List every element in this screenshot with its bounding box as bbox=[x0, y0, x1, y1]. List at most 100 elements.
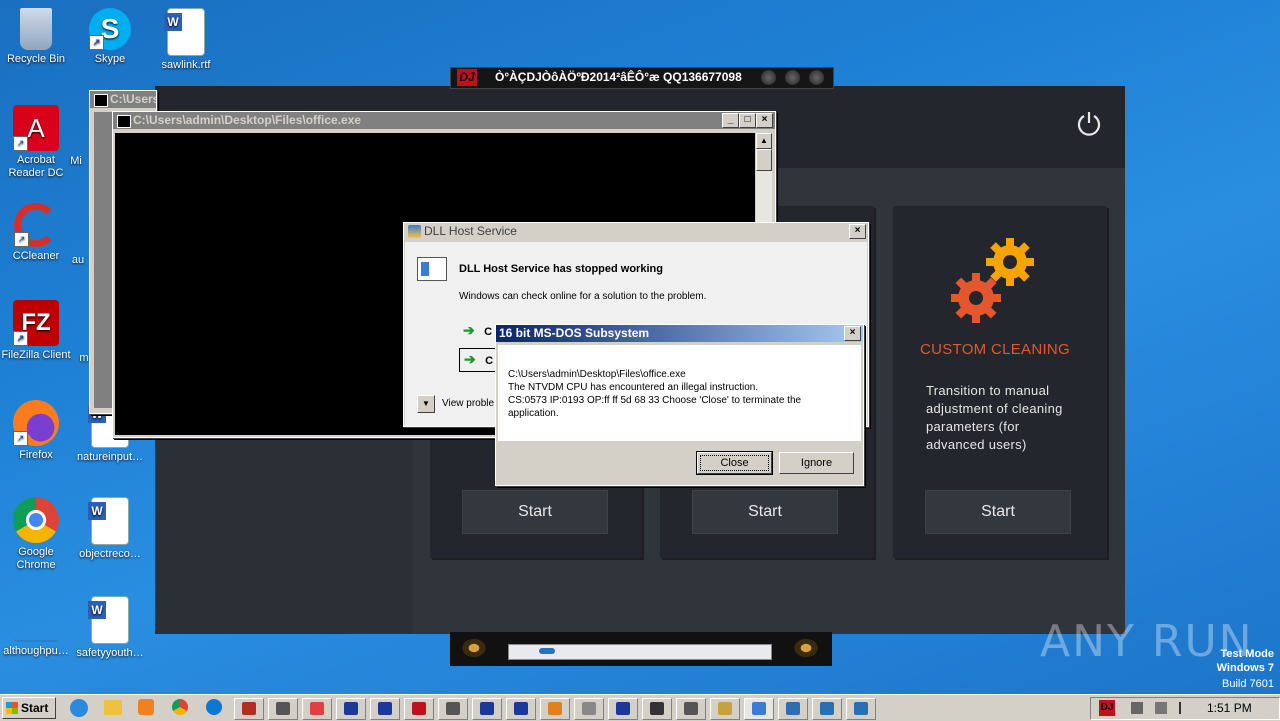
icon-label: CCleaner bbox=[12, 250, 60, 262]
cleaning-card-custom: CUSTOM CLEANING Transition to manual adj… bbox=[893, 206, 1107, 558]
icon-label: Skype bbox=[94, 53, 126, 65]
taskbar-item-8[interactable] bbox=[506, 698, 536, 720]
flag-tray-icon[interactable] bbox=[1179, 702, 1191, 714]
msdos-line-4: application. bbox=[508, 408, 559, 419]
dll-dialog-message: Windows can check online for a solution … bbox=[459, 291, 707, 302]
dj-player-title: Ò°ÀÇDJÒôÀÖºÐ2014²âÊÔ°æ QQ136677098 bbox=[495, 70, 742, 84]
start-button-1[interactable]: Start bbox=[462, 490, 608, 534]
player-close-icon[interactable] bbox=[809, 70, 824, 85]
close-dialog-button[interactable]: Close bbox=[697, 452, 772, 474]
taskbar-item-9[interactable] bbox=[540, 698, 570, 720]
start-button[interactable]: Start bbox=[2, 697, 56, 719]
icon-label: sawlink.rtf bbox=[161, 59, 211, 71]
start-button-2[interactable]: Start bbox=[692, 490, 838, 534]
window-title: C:\Users bbox=[110, 92, 156, 106]
scroll-up-icon[interactable]: ▲ bbox=[756, 133, 772, 149]
icon-label: Recycle Bin bbox=[6, 53, 66, 65]
close-button[interactable]: × bbox=[844, 326, 861, 341]
dll-dialog-titlebar[interactable]: DLL Host Service × bbox=[404, 223, 868, 240]
msdos-dialog[interactable]: 16 bit MS-DOS Subsystem × C:\Users\admin… bbox=[495, 324, 864, 486]
start-button-3[interactable]: Start bbox=[925, 490, 1071, 534]
taskbar-item-1[interactable] bbox=[234, 698, 264, 720]
taskbar-item-10[interactable] bbox=[574, 698, 604, 720]
chrome-icon bbox=[13, 497, 59, 543]
desktop-icon-objectreco[interactable]: W objectreco… bbox=[74, 497, 146, 561]
player-options-icon[interactable] bbox=[785, 70, 800, 85]
progress-track[interactable] bbox=[508, 644, 772, 660]
power-icon[interactable] bbox=[1075, 110, 1103, 138]
desktop-icon-recycle-bin[interactable]: Recycle Bin bbox=[0, 8, 72, 66]
maximize-button[interactable]: □ bbox=[739, 113, 756, 128]
taskbar-item-13[interactable] bbox=[676, 698, 706, 720]
taskbar-item-12[interactable] bbox=[642, 698, 672, 720]
desktop-icon-chrome[interactable]: Google Chrome bbox=[0, 497, 72, 572]
speaker-right-icon bbox=[788, 634, 824, 662]
taskbar-item-6[interactable] bbox=[438, 698, 468, 720]
clock[interactable]: 1:51 PM bbox=[1207, 701, 1252, 715]
windows-version-label: Windows 7 bbox=[1216, 662, 1274, 674]
desktop-icon-filezilla[interactable]: FZ ↗ FileZilla Client bbox=[0, 300, 72, 362]
msdos-dialog-titlebar[interactable]: 16 bit MS-DOS Subsystem × bbox=[496, 325, 863, 342]
acrobat-icon: A ↗ bbox=[13, 105, 59, 151]
taskbar-item-4[interactable] bbox=[336, 698, 366, 720]
msdos-line-3: CS:0573 IP:0193 OP:ff ff 5d 68 33 Choose… bbox=[508, 395, 802, 406]
green-arrow-icon: ➔ bbox=[463, 322, 475, 338]
build-label: Build 7601 bbox=[1222, 678, 1274, 690]
player-minimize-icon[interactable] bbox=[761, 70, 776, 85]
network-tray-icon[interactable] bbox=[1131, 702, 1143, 714]
desktop-icon-althoughpu[interactable]: althoughpu… bbox=[0, 596, 72, 658]
minimize-button[interactable]: _ bbox=[722, 113, 739, 128]
console-titlebar[interactable]: C:\Users\admin\Desktop\Files\office.exe … bbox=[113, 112, 775, 129]
scroll-thumb[interactable] bbox=[756, 149, 772, 171]
taskbar-item-dj[interactable] bbox=[404, 698, 434, 720]
window-title: C:\Users\admin\Desktop\Files\office.exe bbox=[133, 113, 362, 127]
taskbar-item-18[interactable] bbox=[846, 698, 876, 720]
taskbar-item-11[interactable] bbox=[608, 698, 638, 720]
desktop-icon-firefox[interactable]: ↗ Firefox bbox=[0, 400, 72, 462]
taskbar-item-15[interactable] bbox=[744, 698, 774, 720]
desktop-icon-safetyyouth[interactable]: W safetyyouth… bbox=[74, 596, 146, 660]
app-icon bbox=[408, 225, 421, 238]
desktop-icon-acrobat[interactable]: A ↗ Acrobat Reader DC bbox=[0, 105, 72, 180]
taskbar-item-14[interactable] bbox=[710, 698, 740, 720]
desktop-icon-skype[interactable]: S ↗ Skype bbox=[74, 8, 146, 66]
anyrun-watermark: ANY RUN bbox=[1040, 614, 1252, 670]
dj-tray-icon[interactable]: DJ bbox=[1099, 700, 1115, 716]
green-arrow-icon: ➔ bbox=[464, 351, 476, 367]
msdos-line-1: C:\Users\admin\Desktop\Files\office.exe bbox=[508, 369, 686, 380]
view-problem-details-link[interactable]: View proble bbox=[442, 398, 494, 409]
edge-quicklaunch-icon[interactable] bbox=[206, 699, 222, 715]
close-button[interactable]: × bbox=[849, 224, 866, 239]
ccleaner-icon: ↗ bbox=[14, 203, 58, 247]
test-mode-label: Test Mode bbox=[1220, 648, 1274, 660]
taskbar-item-7[interactable] bbox=[472, 698, 502, 720]
details-expand-button[interactable]: ▼ bbox=[417, 395, 435, 413]
chrome-quicklaunch-icon[interactable] bbox=[172, 699, 188, 715]
dj-player-titlebar[interactable]: DJ Ò°ÀÇDJÒôÀÖºÐ2014²âÊÔ°æ QQ136677098 bbox=[450, 67, 834, 89]
card-description: Transition to manual adjustment of clean… bbox=[926, 383, 1063, 452]
console-icon bbox=[117, 115, 131, 128]
dll-option-2[interactable]: ➔ C bbox=[459, 348, 499, 372]
media-quicklaunch-icon[interactable] bbox=[138, 699, 154, 715]
close-button[interactable]: × bbox=[756, 113, 773, 128]
taskbar-item-16[interactable] bbox=[778, 698, 808, 720]
explorer-quicklaunch-icon[interactable] bbox=[104, 700, 122, 715]
taskbar-item-2[interactable] bbox=[268, 698, 298, 720]
progress-thumb[interactable] bbox=[539, 648, 555, 654]
taskbar-item-5[interactable] bbox=[370, 698, 400, 720]
msdos-line-2: The NTVDM CPU has encountered an illegal… bbox=[508, 382, 759, 393]
blank-file-icon bbox=[13, 596, 59, 642]
desktop: { "desktop_icons": [ {"label": "Recycle … bbox=[0, 0, 1280, 721]
program-icon bbox=[417, 257, 447, 281]
dj-player-controls bbox=[450, 632, 832, 666]
gears-icon bbox=[951, 238, 1034, 323]
volume-tray-icon[interactable] bbox=[1155, 702, 1167, 714]
icon-label: Firefox bbox=[19, 449, 53, 461]
desktop-icon-sawlink[interactable]: W sawlink.rtf bbox=[150, 8, 222, 72]
taskbar-item-17[interactable] bbox=[812, 698, 842, 720]
ie-quicklaunch-icon[interactable] bbox=[70, 699, 88, 717]
back-console-titlebar[interactable]: C:\Users bbox=[90, 91, 156, 108]
ignore-button[interactable]: Ignore bbox=[779, 452, 854, 474]
taskbar-item-3[interactable] bbox=[302, 698, 332, 720]
card-title: CUSTOM CLEANING bbox=[919, 341, 1071, 358]
